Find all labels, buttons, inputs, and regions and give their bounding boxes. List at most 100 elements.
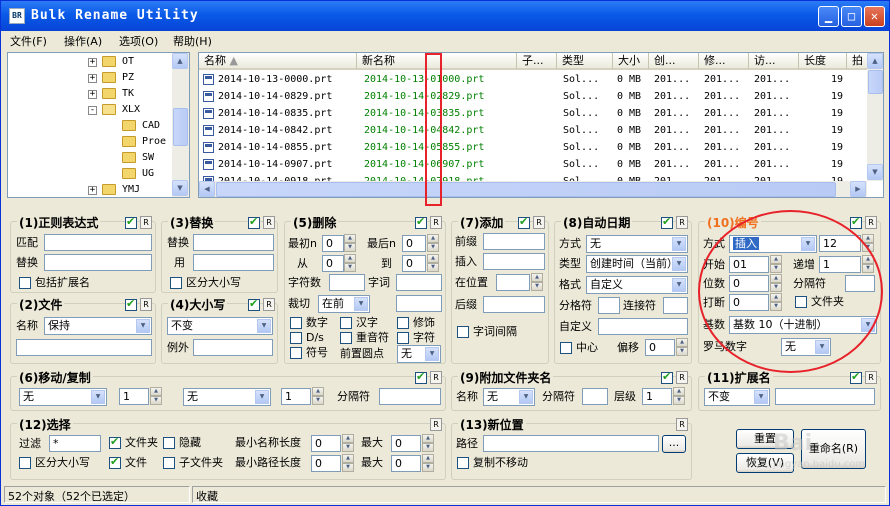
remove-from-input[interactable]: 0 xyxy=(322,255,344,272)
move-sep-input[interactable] xyxy=(379,388,441,405)
file-enable-checkbox[interactable] xyxy=(125,297,137,311)
selection-max-path-input[interactable]: 0 xyxy=(391,455,421,472)
autodate-center-checkbox[interactable] xyxy=(560,342,572,354)
move-enable-checkbox[interactable] xyxy=(415,370,427,384)
expand-icon[interactable]: + xyxy=(88,186,97,195)
from-spinner[interactable]: ▲ ▼ xyxy=(344,254,356,272)
autodate-join-input[interactable] xyxy=(663,297,688,314)
file-reset-button[interactable]: R xyxy=(140,298,152,311)
browse-button[interactable]: ... xyxy=(662,435,686,453)
levels-spinner[interactable]: ▲ ▼ xyxy=(673,387,685,405)
selection-filter-input[interactable]: * xyxy=(49,435,101,452)
remove-trim-checkbox[interactable] xyxy=(397,317,409,329)
position-spinner[interactable]: ▲ ▼ xyxy=(531,273,543,291)
max-name-spinner[interactable]: ▲ ▼ xyxy=(422,434,434,452)
menu-options[interactable]: 选项(O) xyxy=(119,33,158,49)
list-hscrollbar[interactable]: ◀ ▶ xyxy=(199,181,867,197)
table-row[interactable]: 2014-10-14-0835.prt 2014-10-14-03835.prt S… xyxy=(199,105,869,122)
replace-case-checkbox[interactable] xyxy=(170,277,182,289)
move-count2-input[interactable]: 1 xyxy=(281,388,311,405)
scroll-thumb[interactable] xyxy=(216,182,836,197)
expand-icon[interactable]: + xyxy=(88,58,97,67)
newloc-copy-checkbox[interactable] xyxy=(457,457,469,469)
scroll-down-icon[interactable]: ▼ xyxy=(172,180,188,196)
remove-chars-checkbox[interactable] xyxy=(397,332,409,344)
file-list[interactable]: 名称 ▲ 新名称 子... 类型 大小 创... 修... 访... 长度 拍 … xyxy=(198,52,884,198)
autodate-mode-select[interactable]: 无 ▼ xyxy=(586,235,688,253)
scroll-thumb[interactable] xyxy=(173,108,188,146)
minimize-icon[interactable]: ▁ xyxy=(818,6,839,27)
folder-tree[interactable]: + OT + PZ + TK - XLX CAD Proe SW UG + YMJ ▲ ▼ xyxy=(7,52,190,198)
add-insert-input[interactable] xyxy=(483,253,545,270)
list-vscrollbar[interactable]: ▲ ▼ xyxy=(867,53,883,181)
scroll-up-icon[interactable]: ▲ xyxy=(867,53,883,69)
numbering-enable-checkbox[interactable] xyxy=(850,215,862,229)
regex-ext-checkbox[interactable] xyxy=(19,277,31,289)
selection-max-name-input[interactable]: 0 xyxy=(391,435,421,452)
autodate-format-select[interactable]: 自定义 ▼ xyxy=(586,276,688,294)
last-n-spinner[interactable]: ▲ ▼ xyxy=(427,234,439,252)
autodate-sep-input[interactable] xyxy=(598,297,620,314)
regex-enable-checkbox[interactable] xyxy=(125,215,137,229)
remove-ds-checkbox[interactable] xyxy=(290,332,302,344)
selection-min-name-input[interactable]: 0 xyxy=(311,435,341,452)
add-enable-checkbox[interactable] xyxy=(518,215,530,229)
add-prefix-input[interactable] xyxy=(483,233,545,250)
move-count1-input[interactable]: 1 xyxy=(119,388,149,405)
col-header-taken[interactable]: 拍 xyxy=(847,53,869,70)
file-name-input[interactable] xyxy=(16,339,152,356)
newloc-reset-button[interactable]: R xyxy=(676,418,688,431)
add-position-input[interactable] xyxy=(496,274,530,291)
file-name-select[interactable]: 保持 ▼ xyxy=(44,317,152,335)
remove-digits-checkbox[interactable] xyxy=(290,317,302,329)
scroll-right-icon[interactable]: ▶ xyxy=(850,181,866,197)
appendfolder-name-select[interactable]: 无 ▼ xyxy=(483,388,535,406)
case-reset-button[interactable]: R xyxy=(263,298,275,311)
selection-hidden-checkbox[interactable] xyxy=(163,437,175,449)
scroll-down-icon[interactable]: ▼ xyxy=(867,164,883,180)
scroll-thumb[interactable] xyxy=(868,70,883,94)
autodate-type-select[interactable]: 创建时间（当前） ▼ xyxy=(586,255,688,273)
title-bar[interactable]: BR Bulk Rename Utility ▁ □ ✕ xyxy=(1,1,889,31)
tree-scrollbar[interactable]: ▲ ▼ xyxy=(172,53,189,197)
table-row[interactable]: 2014-10-14-0855.prt 2014-10-14-05855.prt S… xyxy=(199,139,869,156)
col-header-modified[interactable]: 修... xyxy=(699,53,749,70)
remove-symbols-checkbox[interactable] xyxy=(290,347,302,359)
remove-last-n-input[interactable]: 0 xyxy=(402,235,426,252)
selection-case-checkbox[interactable] xyxy=(19,457,31,469)
max-path-spinner[interactable]: ▲ ▼ xyxy=(422,454,434,472)
selection-min-path-input[interactable]: 0 xyxy=(311,455,341,472)
autodate-offset-input[interactable]: 0 xyxy=(645,339,675,356)
case-mode-select[interactable]: 不变 ▼ xyxy=(167,317,273,335)
extension-input[interactable] xyxy=(775,388,875,405)
count2-spinner[interactable]: ▲ ▼ xyxy=(312,387,324,405)
scroll-left-icon[interactable]: ◀ xyxy=(199,181,215,197)
col-header-accessed[interactable]: 访... xyxy=(749,53,799,70)
regex-match-input[interactable] xyxy=(44,234,152,251)
autodate-enable-checkbox[interactable] xyxy=(661,215,673,229)
expand-icon[interactable]: + xyxy=(88,90,97,99)
case-except-input[interactable] xyxy=(193,339,273,356)
remove-words-input[interactable] xyxy=(396,274,442,291)
selection-reset-button[interactable]: R xyxy=(430,418,442,431)
count1-spinner[interactable]: ▲ ▼ xyxy=(150,387,162,405)
move-mode2-select[interactable]: 无 ▼ xyxy=(183,388,271,406)
replace-enable-checkbox[interactable] xyxy=(248,215,260,229)
replace-reset-button[interactable]: R xyxy=(263,216,275,229)
col-header-length[interactable]: 长度 xyxy=(799,53,847,70)
maximize-icon[interactable]: □ xyxy=(841,6,862,27)
selection-folders-checkbox[interactable] xyxy=(109,435,121,449)
min-path-spinner[interactable]: ▲ ▼ xyxy=(342,454,354,472)
add-suffix-input[interactable] xyxy=(483,296,545,313)
first-n-spinner[interactable]: ▲ ▼ xyxy=(344,234,356,252)
extension-mode-select[interactable]: 不变 ▼ xyxy=(704,388,770,406)
autodate-reset-button[interactable]: R xyxy=(676,216,688,229)
min-name-spinner[interactable]: ▲ ▼ xyxy=(342,434,354,452)
extension-enable-checkbox[interactable] xyxy=(850,370,862,384)
numbering-reset-button[interactable]: R xyxy=(865,216,877,229)
remove-first-n-input[interactable]: 0 xyxy=(322,235,344,252)
remove-crop-select[interactable]: 在前 ▼ xyxy=(318,295,370,313)
to-spinner[interactable]: ▲ ▼ xyxy=(427,254,439,272)
close-icon[interactable]: ✕ xyxy=(864,6,885,27)
remove-crop-input[interactable] xyxy=(396,295,442,312)
